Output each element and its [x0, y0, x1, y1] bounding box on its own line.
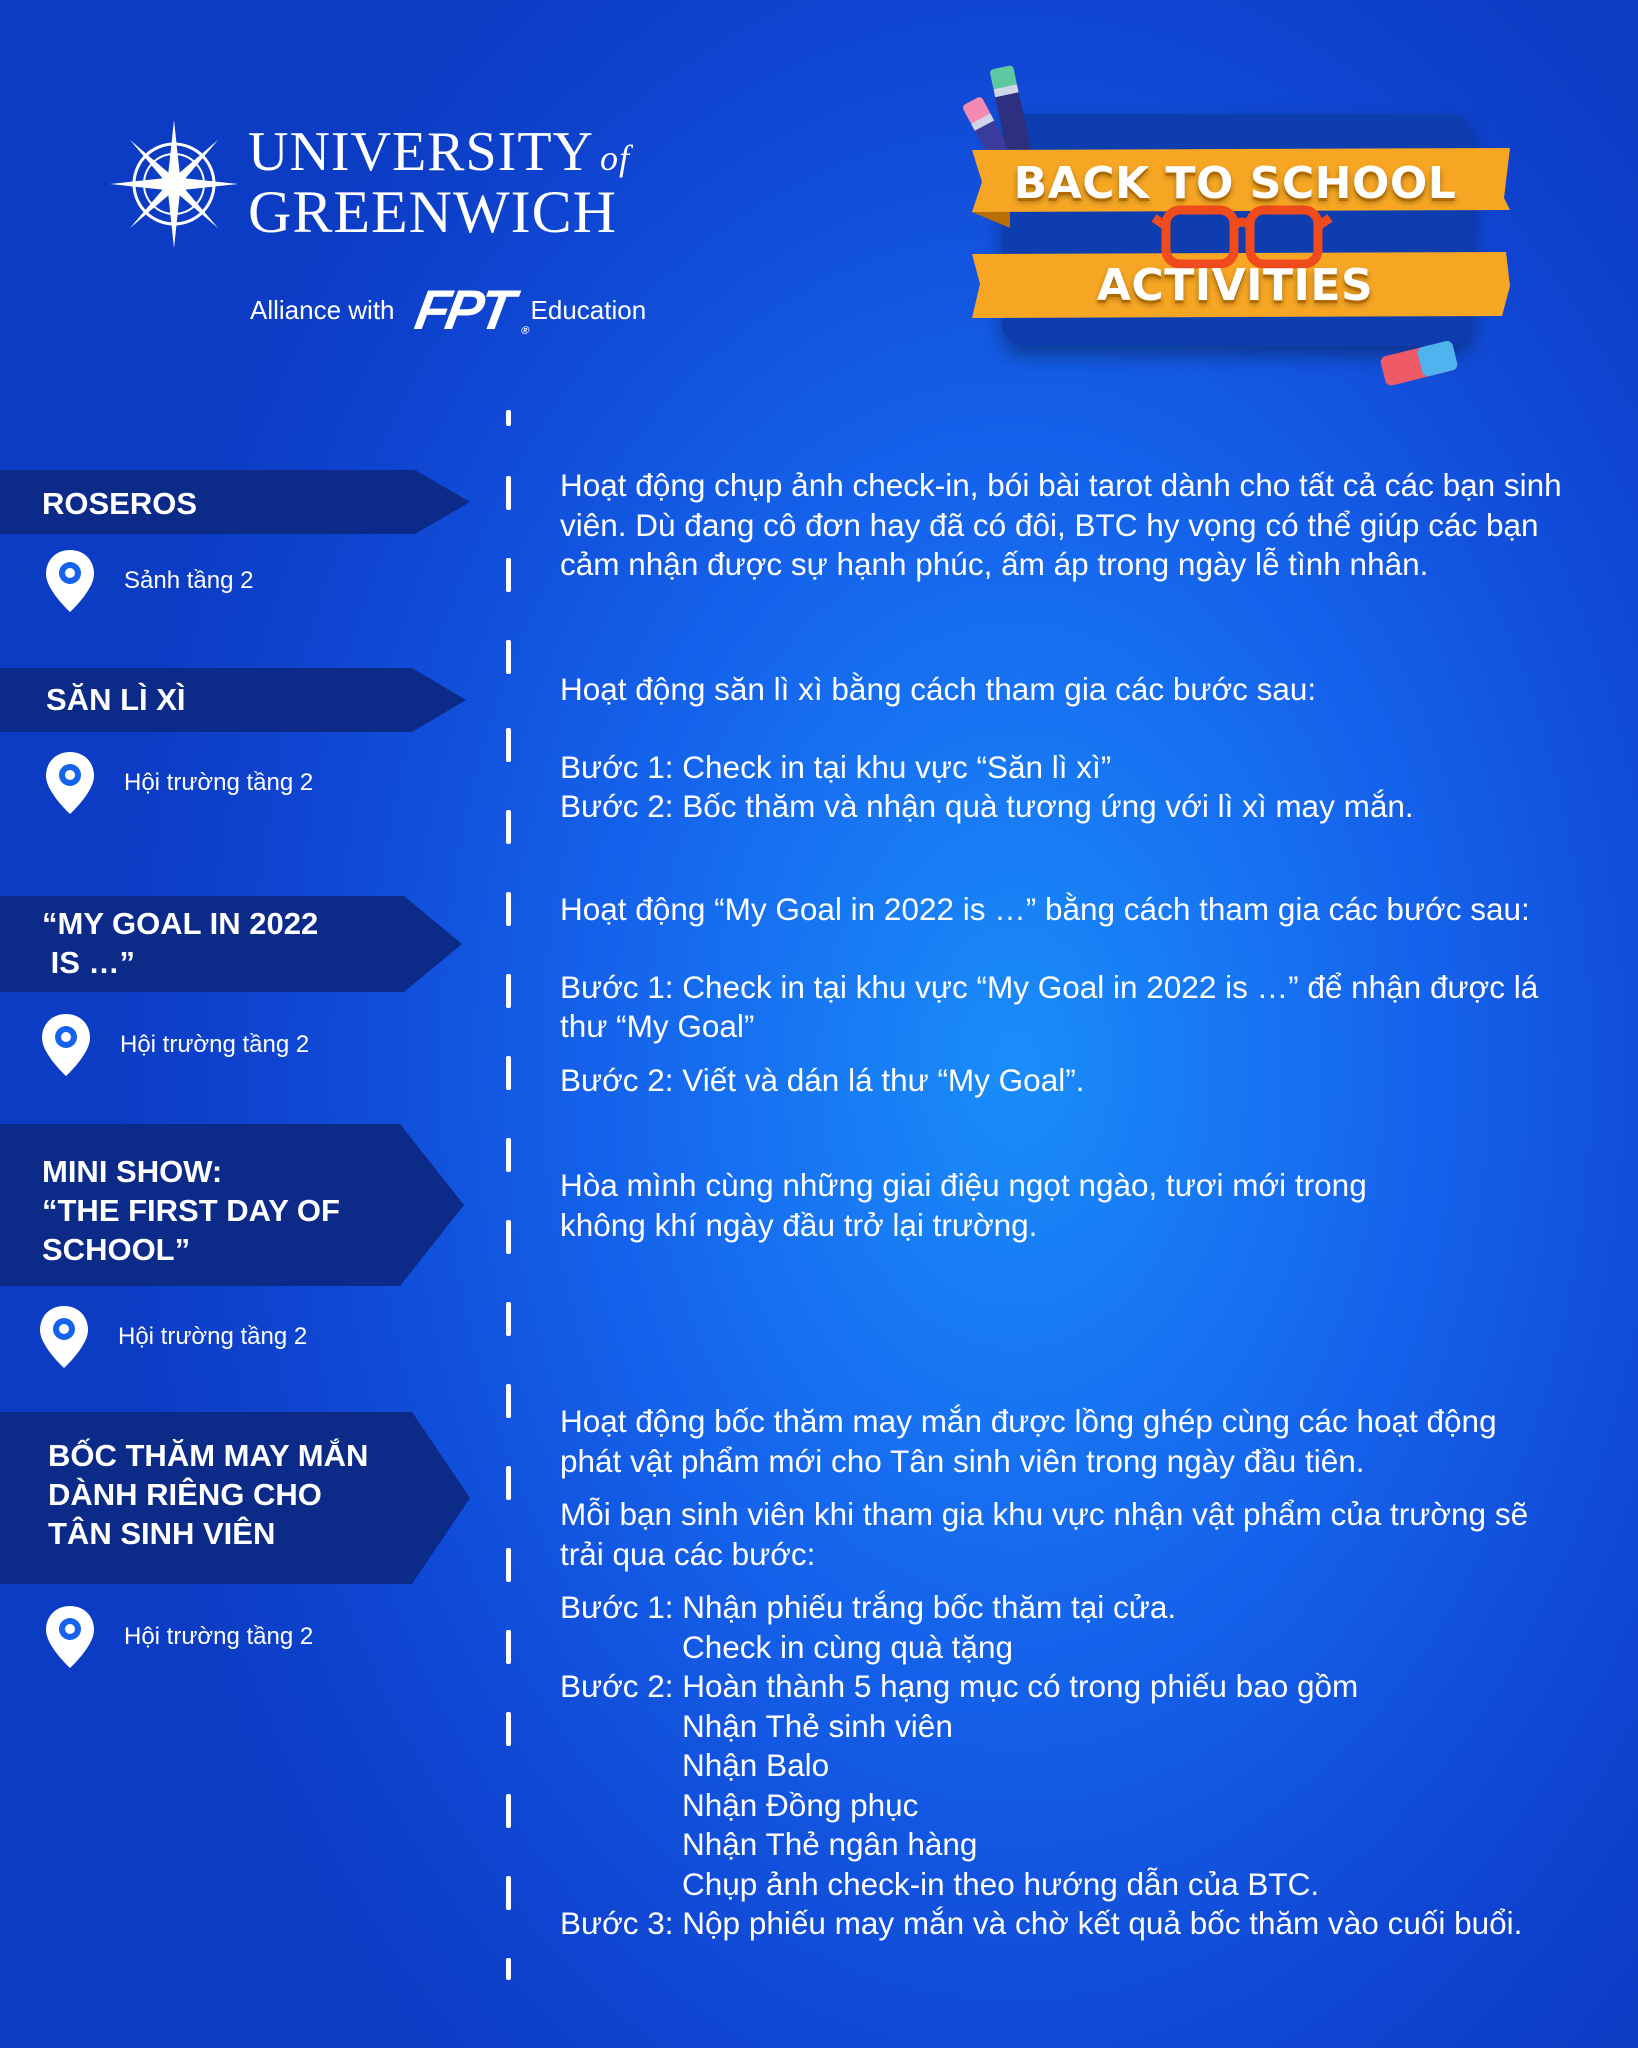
activity-description-my-goal: Hoạt động “My Goal in 2022 is …” bằng cá…: [560, 891, 1539, 1098]
badge-title-line2: ACTIVITIES: [1096, 260, 1374, 311]
location-pin-icon: [46, 752, 94, 814]
location-label: Hội trường tầng 2: [124, 1623, 314, 1650]
compass-rose-icon: [110, 120, 238, 248]
university-name-line2: GREENWICH: [248, 179, 617, 245]
location-label: Hội trường tầng 2: [120, 1031, 310, 1058]
location-pin-icon: [46, 550, 94, 612]
location-label: Sảnh tầng 2: [124, 567, 254, 594]
university-word: UNIVERSITY: [248, 121, 594, 183]
activity-title-mini-show: MINI SHOW: “THE FIRST DAY OF SCHOOL”: [0, 1124, 464, 1286]
timeline-divider: [506, 410, 512, 1980]
university-logo: UNIVERSITY of GREENWICH Alliance with FPT…: [108, 118, 668, 341]
location-pin-icon: [42, 1014, 90, 1076]
fpt-logo: FPT: [399, 278, 525, 341]
location-label: Hội trường tầng 2: [124, 769, 314, 796]
activity-title-san-li-xi: SĂN LÌ XÌ: [0, 668, 466, 732]
location-mini-show: Hội trường tầng 2: [38, 1304, 307, 1370]
activity-description-san-li-xi: Hoạt động săn lì xì bằng cách tham gia c…: [560, 671, 1414, 824]
badge-artwork: [962, 65, 1510, 386]
activity-description-mini-show: Hòa mình cùng những giai điệu ngọt ngào,…: [560, 1167, 1367, 1243]
location-label: Hội trường tầng 2: [118, 1323, 308, 1350]
alliance-line: Alliance with FPT Education: [250, 278, 647, 341]
location-boc-tham: Hội trường tầng 2: [44, 1604, 313, 1670]
location-san-li-xi: Hội trường tầng 2: [44, 750, 313, 816]
activity-title-roseros: ROSEROS: [0, 470, 470, 534]
badge-title-line1: BACK TO SCHOOL: [1013, 158, 1457, 209]
alliance-suffix: Education: [530, 294, 647, 325]
activity-title-boc-tham: BỐC THĂM MAY MẮN DÀNH RIÊNG CHO TÂN SINH…: [0, 1412, 470, 1584]
back-to-school-badge: BACK TO SCHOOL ACTIVITIES: [950, 58, 1520, 398]
location-pin-icon: [40, 1306, 88, 1368]
location-my-goal: Hội trường tầng 2: [40, 1012, 309, 1078]
activity-description-boc-tham: Hoạt động bốc thăm may mắn được lồng ghé…: [560, 1403, 1529, 1941]
location-pin-icon: [46, 1606, 94, 1668]
university-name-line1: UNIVERSITY of: [248, 124, 630, 180]
eraser-icon: [1380, 341, 1458, 386]
alliance-prefix: Alliance with: [250, 294, 395, 325]
university-of-word: of: [599, 138, 630, 178]
activity-description-roseros: Hoạt động chụp ảnh check-in, bói bài tar…: [560, 467, 1562, 582]
location-roseros: Sảnh tầng 2: [44, 548, 253, 614]
activity-title-my-goal: “MY GOAL IN 2022 IS …”: [0, 896, 462, 992]
